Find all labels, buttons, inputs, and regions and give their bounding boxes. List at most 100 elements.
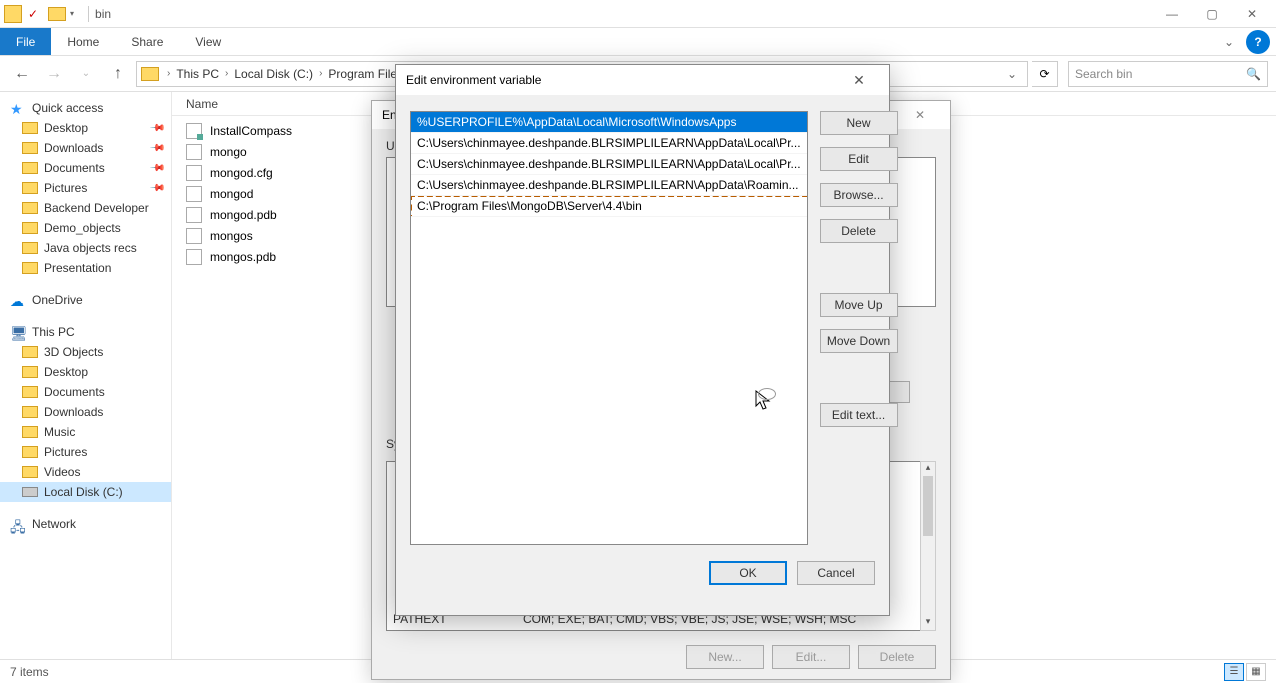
scroll-thumb[interactable] [923, 476, 933, 536]
new-button[interactable]: New [820, 111, 898, 135]
folder-icon [22, 262, 38, 274]
sidebar-item-pictures[interactable]: Pictures📌 [0, 178, 171, 198]
pin-icon: 📌 [148, 140, 165, 157]
sidebar-item-backend[interactable]: Backend Developer [0, 198, 171, 218]
folder-icon [22, 346, 38, 358]
ribbon-expand-icon[interactable]: ⌄ [1216, 28, 1242, 55]
file-icon [186, 228, 202, 244]
sidebar-network[interactable]: 🖧Network [0, 514, 171, 534]
move-up-button[interactable]: Move Up [820, 293, 898, 317]
network-icon: 🖧 [10, 517, 26, 531]
cancel-button[interactable]: Cancel [797, 561, 875, 585]
path-item[interactable]: %USERPROFILE%\AppData\Local\Microsoft\Wi… [411, 112, 807, 133]
edit-text-button[interactable]: Edit text... [820, 403, 898, 427]
scroll-down-icon[interactable]: ▾ [921, 616, 935, 630]
cloud-icon: ☁ [10, 293, 26, 307]
tab-view[interactable]: View [179, 28, 237, 55]
breadcrumb-item[interactable]: Local Disk (C:) [232, 67, 315, 81]
tab-file[interactable]: File [0, 28, 51, 55]
close-icon[interactable]: ✕ [839, 72, 879, 89]
dialog-title: Edit environment variable [406, 73, 541, 87]
sidebar-item-pictures2[interactable]: Pictures [0, 442, 171, 462]
sidebar-item-music[interactable]: Music [0, 422, 171, 442]
forward-button[interactable]: → [40, 60, 68, 88]
browse-button[interactable]: Browse... [820, 183, 898, 207]
chevron-right-icon[interactable]: › [315, 68, 326, 79]
sidebar-item-downloads2[interactable]: Downloads [0, 402, 171, 422]
pin-icon: 📌 [148, 180, 165, 197]
close-icon[interactable]: ✕ [900, 108, 940, 122]
search-input[interactable]: Search bin 🔍 [1068, 61, 1268, 87]
chevron-right-icon[interactable]: › [163, 68, 174, 79]
qa-dropdown-icon[interactable]: ▾ [70, 9, 74, 18]
folder-icon [22, 222, 38, 234]
details-view-button[interactable]: ☰ [1224, 663, 1244, 681]
window-title: bin [95, 7, 111, 21]
tab-share[interactable]: Share [115, 28, 179, 55]
breadcrumb-folder-icon [141, 67, 159, 81]
folder-icon [22, 386, 38, 398]
folder-icon [22, 242, 38, 254]
folder-icon [22, 446, 38, 458]
up-button[interactable]: ↑ [104, 60, 132, 88]
sidebar-item-videos[interactable]: Videos [0, 462, 171, 482]
maximize-button[interactable]: ▢ [1192, 1, 1232, 27]
search-icon[interactable]: 🔍 [1246, 67, 1261, 81]
search-placeholder: Search bin [1075, 67, 1132, 81]
sidebar-this-pc[interactable]: 🖥This PC [0, 322, 171, 342]
new-button[interactable]: New... [686, 645, 764, 669]
history-dropdown-icon[interactable]: ⌄ [72, 60, 100, 88]
sidebar-item-java[interactable]: Java objects recs [0, 238, 171, 258]
sidebar-item-demo[interactable]: Demo_objects [0, 218, 171, 238]
minimize-button[interactable]: — [1152, 1, 1192, 27]
breadcrumb-item[interactable]: Program Files [326, 67, 405, 81]
drive-icon [22, 487, 38, 497]
sidebar: ★Quick access Desktop📌 Downloads📌 Docume… [0, 92, 172, 659]
help-icon[interactable]: ? [1246, 30, 1270, 54]
path-item-mongodb[interactable]: C:\Program Files\MongoDB\Server\4.4\bin [411, 196, 807, 217]
pc-icon: 🖥 [10, 325, 26, 339]
breadcrumb-item[interactable]: This PC [174, 67, 221, 81]
edit-button[interactable]: Edit [820, 147, 898, 171]
file-icon [186, 249, 202, 265]
sidebar-quick-access[interactable]: ★Quick access [0, 98, 171, 118]
scroll-up-icon[interactable]: ▴ [921, 462, 935, 476]
path-item[interactable]: C:\Users\chinmayee.deshpande.BLRSIMPLILE… [411, 133, 807, 154]
qa-check-icon[interactable]: ✓ [26, 7, 40, 21]
folder-icon [22, 426, 38, 438]
sidebar-item-desktop2[interactable]: Desktop [0, 362, 171, 382]
folder-icon [22, 466, 38, 478]
tab-home[interactable]: Home [51, 28, 115, 55]
refresh-button[interactable]: ⟳ [1032, 61, 1058, 87]
path-list[interactable]: %USERPROFILE%\AppData\Local\Microsoft\Wi… [410, 111, 808, 545]
folder-icon [48, 7, 66, 21]
back-button[interactable]: ← [8, 60, 36, 88]
folder-icon [22, 202, 38, 214]
folder-icon [22, 182, 38, 194]
icons-view-button[interactable]: ▦ [1246, 663, 1266, 681]
folder-icon [22, 162, 38, 174]
path-item[interactable]: C:\Users\chinmayee.deshpande.BLRSIMPLILE… [411, 154, 807, 175]
close-button[interactable]: ✕ [1232, 1, 1272, 27]
divider [88, 6, 89, 22]
delete-button[interactable]: Delete [820, 219, 898, 243]
chevron-right-icon[interactable]: › [221, 68, 232, 79]
breadcrumb-dropdown-icon[interactable]: ⌄ [1001, 67, 1023, 81]
delete-button[interactable]: Delete [858, 645, 936, 669]
sidebar-item-downloads[interactable]: Downloads📌 [0, 138, 171, 158]
sidebar-item-documents[interactable]: Documents📌 [0, 158, 171, 178]
ok-button[interactable]: OK [709, 561, 787, 585]
move-down-button[interactable]: Move Down [820, 329, 898, 353]
edit-button[interactable]: Edit... [772, 645, 850, 669]
folder-icon [22, 122, 38, 134]
sidebar-item-local-disk[interactable]: Local Disk (C:) [0, 482, 171, 502]
explorer-icon [4, 5, 22, 23]
scrollbar[interactable]: ▴ ▾ [920, 461, 936, 631]
sidebar-item-3dobjects[interactable]: 3D Objects [0, 342, 171, 362]
sidebar-item-documents2[interactable]: Documents [0, 382, 171, 402]
file-icon [186, 123, 202, 139]
sidebar-onedrive[interactable]: ☁OneDrive [0, 290, 171, 310]
sidebar-item-desktop[interactable]: Desktop📌 [0, 118, 171, 138]
sidebar-item-presentation[interactable]: Presentation [0, 258, 171, 278]
path-item[interactable]: C:\Users\chinmayee.deshpande.BLRSIMPLILE… [411, 175, 807, 196]
